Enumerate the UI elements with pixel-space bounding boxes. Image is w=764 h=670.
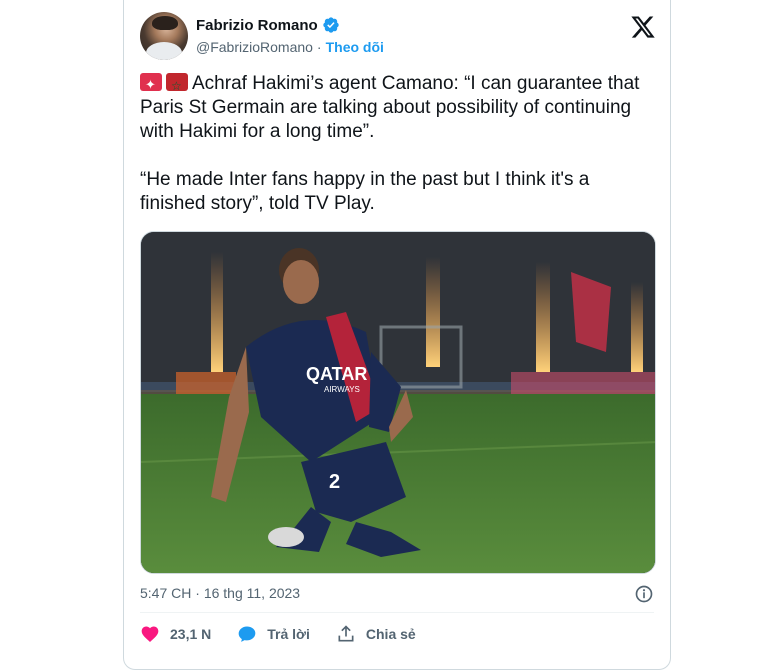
divider bbox=[140, 612, 654, 613]
tweet-actions: 23,1 N Trả lời Chia sẻ bbox=[140, 624, 416, 644]
morocco-flag-icon bbox=[166, 73, 188, 98]
x-logo-icon[interactable] bbox=[630, 14, 656, 40]
handle-row: @FabrizioRomano · Theo dõi bbox=[196, 39, 384, 55]
siren-emoji-icon bbox=[140, 73, 162, 97]
timestamp-separator: · bbox=[195, 585, 204, 601]
author-avatar[interactable] bbox=[140, 12, 188, 60]
verified-badge-icon bbox=[322, 17, 339, 33]
jersey-sponsor: QATAR bbox=[306, 364, 367, 384]
jersey-sponsor-sub: AIRWAYS bbox=[324, 385, 360, 394]
tweet-card: Fabrizio Romano @FabrizioRomano · Theo d… bbox=[123, 0, 671, 670]
follow-button[interactable]: Theo dõi bbox=[326, 39, 384, 55]
tweet-timestamp[interactable]: 5:47 CH · 16 thg 11, 2023 bbox=[140, 585, 300, 601]
tweet-line-1: Achraf Hakimi’s agent Camano: “I can gua… bbox=[140, 73, 645, 142]
info-icon[interactable] bbox=[634, 584, 654, 604]
share-label: Chia sẻ bbox=[365, 626, 416, 642]
tweet-header: Fabrizio Romano @FabrizioRomano · Theo d… bbox=[140, 12, 656, 62]
share-icon bbox=[338, 625, 354, 642]
reply-label: Trả lời bbox=[267, 626, 310, 642]
reply-button[interactable]: Trả lời bbox=[237, 624, 310, 644]
author-handle[interactable]: @FabrizioRomano bbox=[196, 39, 313, 55]
tweet-time: 5:47 CH bbox=[140, 585, 192, 601]
tweet-line-2: “He made Inter fans happy in the past bu… bbox=[140, 169, 595, 214]
jersey-number: 2 bbox=[329, 471, 340, 493]
like-button[interactable]: 23,1 N bbox=[140, 624, 211, 644]
author-name-row: Fabrizio Romano bbox=[196, 16, 340, 34]
tweet-photo[interactable]: QATAR AIRWAYS 2 bbox=[140, 231, 656, 574]
share-button[interactable]: Chia sẻ bbox=[336, 624, 416, 644]
tweet-text: Achraf Hakimi’s agent Camano: “I can gua… bbox=[140, 72, 650, 216]
heart-icon bbox=[141, 626, 159, 642]
photo-illustration: QATAR AIRWAYS 2 bbox=[141, 232, 655, 573]
like-count: 23,1 N bbox=[170, 626, 212, 642]
reply-icon bbox=[238, 626, 256, 642]
separator-dot: · bbox=[316, 39, 322, 55]
author-name[interactable]: Fabrizio Romano bbox=[196, 17, 318, 34]
tweet-date: 16 thg 11, 2023 bbox=[203, 585, 301, 601]
